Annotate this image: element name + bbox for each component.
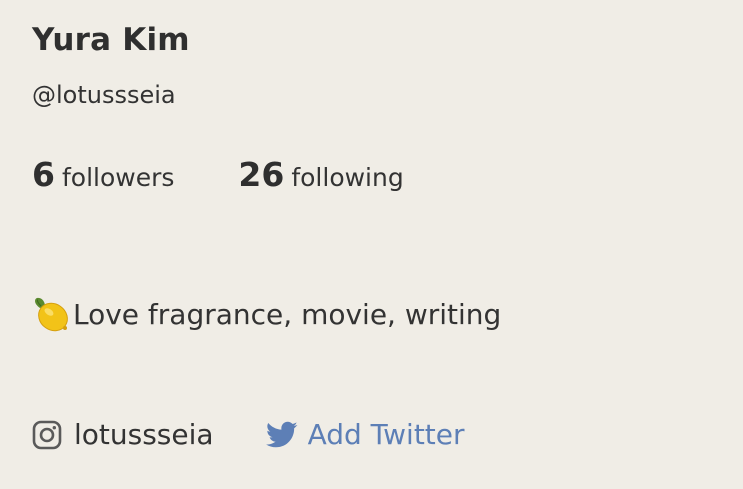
add-twitter-link[interactable]: Add Twitter [265, 418, 465, 451]
instagram-link[interactable]: lotussseia [32, 418, 214, 451]
profile-handle: @lotussseia [32, 81, 176, 109]
instagram-icon [32, 420, 62, 450]
following-count: 26 [238, 155, 285, 194]
profile-name: Yura Kim [32, 22, 190, 58]
add-twitter-label: Add Twitter [307, 418, 465, 451]
followers-stat[interactable]: 6 followers [32, 155, 174, 194]
followers-label: followers [61, 163, 175, 192]
twitter-icon [265, 421, 298, 449]
following-stat[interactable]: 26 following [238, 155, 403, 194]
bio-text: Love fragrance, movie, writing [73, 297, 502, 331]
lemon-icon [32, 294, 72, 334]
social-links: lotussseia Add Twitter [32, 418, 465, 451]
instagram-handle: lotussseia [74, 418, 214, 451]
followers-count: 6 [32, 155, 55, 194]
following-label: following [291, 163, 404, 192]
profile-stats: 6 followers 26 following [32, 155, 404, 194]
profile-bio: Love fragrance, movie, writing [32, 294, 501, 334]
